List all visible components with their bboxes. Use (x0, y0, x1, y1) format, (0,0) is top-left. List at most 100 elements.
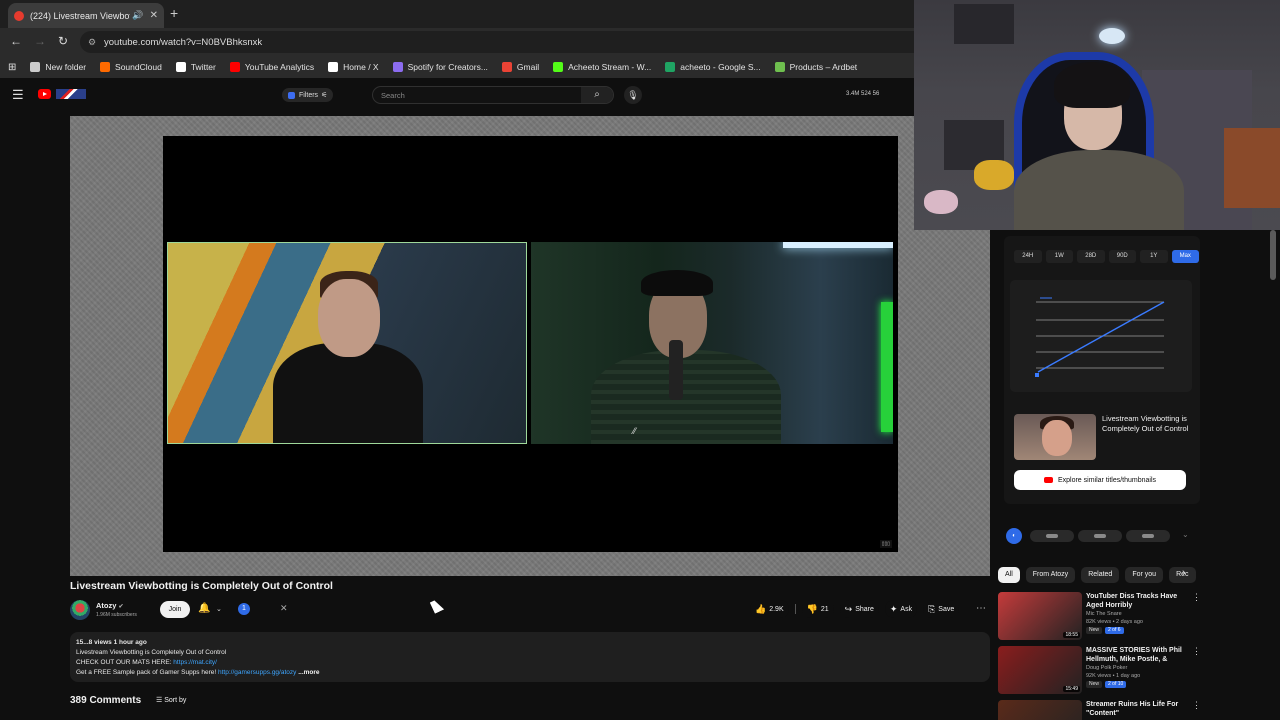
video-frame[interactable]: ⁄⁄ ▯▯▯ (163, 136, 898, 552)
x-icon (328, 62, 339, 72)
extension-pill-row: ◐ ⌄ (1004, 526, 1200, 546)
pill-button[interactable] (1030, 530, 1074, 542)
scrollbar[interactable] (1270, 230, 1276, 280)
like-count: 2.9K (769, 605, 784, 613)
chip-0[interactable]: All (998, 567, 1020, 583)
description-box[interactable]: 15...8 views 1 hour ago Livestream Viewb… (70, 632, 990, 682)
bookmark-8[interactable]: acheeto - Google S... (665, 62, 761, 72)
mats-link[interactable]: https://mat.city/ (173, 659, 217, 666)
sheets-icon (665, 62, 676, 72)
ask-button[interactable]: ✦ Ask (884, 600, 918, 618)
dislike-count: 21 (820, 605, 829, 613)
tab-title: (224) Livestream Viewbotting (30, 10, 130, 21)
bookmark-2[interactable]: Twitter (175, 62, 216, 72)
bell-icon[interactable]: 🔔 (198, 603, 210, 614)
share-button[interactable]: ↪ Share (839, 600, 879, 618)
channel-name[interactable]: Atozy ✔ (96, 601, 124, 610)
range-24h-button[interactable]: 24H (1014, 250, 1042, 263)
range-90d-button[interactable]: 90D (1108, 250, 1136, 263)
apps-grid-icon[interactable]: ⊞ (8, 62, 16, 73)
close-tab-icon[interactable]: ✕ (150, 10, 158, 21)
bookmark-3[interactable]: YouTube Analytics (229, 62, 314, 72)
right-camera-feed (531, 242, 893, 444)
more-options-icon[interactable]: ⋮ (1192, 646, 1201, 657)
views-chart-svg (1035, 297, 1165, 377)
site-info-icon[interactable]: ⚙ (88, 37, 96, 48)
chevron-down-icon[interactable]: ⌄ (1182, 530, 1189, 539)
new-tab-icon[interactable]: + (170, 5, 178, 21)
extension-badge[interactable]: 1 (238, 603, 250, 615)
bookmark-9[interactable]: Products – Ardbet (774, 62, 857, 72)
explore-similar-button[interactable]: Explore similar titles/thumbnails (1014, 470, 1186, 490)
filters-button[interactable]: Filters ⚟ (282, 88, 334, 102)
recommendation-thumbnail[interactable]: 18:55 (998, 592, 1082, 640)
spotify-icon (392, 62, 403, 72)
recommendation-thumbnail[interactable]: 15:49 (998, 646, 1082, 694)
thumbnail-image[interactable] (1014, 414, 1096, 460)
like-button[interactable]: 👍 2.9K (750, 600, 789, 618)
range-max-button[interactable]: Max (1171, 250, 1199, 263)
thumbs-down-icon: 👎 (806, 603, 818, 614)
sort-by-button[interactable]: ☰ Sort by (156, 696, 186, 704)
pill-button[interactable] (1078, 530, 1122, 542)
extension-logo-icon[interactable]: ◐ (1006, 528, 1022, 544)
bookmark-7[interactable]: Acheeto Stream - W... (553, 62, 651, 72)
channel-name-text: Atozy (96, 601, 117, 610)
plus-icon (774, 62, 785, 72)
range-1y-button[interactable]: 1Y (1140, 250, 1168, 263)
recommendation-meta: 82K views • 2 days ago (1086, 619, 1143, 625)
chevron-down-icon[interactable]: ⌄ (216, 605, 222, 613)
reload-icon[interactable]: ↻ (58, 34, 68, 48)
recommendation-item[interactable]: 18:55 YouTuber Diss Tracks Have Aged Horr… (998, 592, 1202, 646)
pill-button[interactable] (1126, 530, 1170, 542)
kick-icon (553, 62, 564, 72)
share-icon: ↪ (844, 603, 853, 614)
youtube-logo-icon[interactable] (38, 89, 51, 99)
gamersupps-link[interactable]: http://gamersupps.gg/atozy (218, 669, 296, 676)
bookmark-label: SoundCloud (115, 62, 162, 72)
bookmark-4[interactable]: Home / X (328, 62, 379, 72)
more-options-icon[interactable]: ⋯ (976, 603, 986, 614)
browser-tab[interactable]: (224) Livestream Viewbotting 🔊 ✕ (8, 3, 164, 28)
thumbnail-preview[interactable]: Livestream Viewbotting is Completely Out… (1014, 414, 1194, 460)
menu-icon[interactable]: ☰ (12, 87, 24, 103)
chevron-right-icon[interactable]: › (1182, 567, 1186, 579)
recommendation-item[interactable]: Streamer Ruins His Life For "Content" ⋮ (998, 700, 1202, 720)
bookmark-label: Spotify for Creators... (407, 62, 488, 72)
back-arrow-icon[interactable]: ← (10, 34, 22, 48)
views-chart (1010, 280, 1192, 392)
show-more-button[interactable]: ...more (298, 669, 319, 676)
recommendation-item[interactable]: 15:49 MASSIVE STORIES With Phil Hellmuth,… (998, 646, 1202, 700)
bookmark-1[interactable]: SoundCloud (100, 62, 162, 72)
bookmark-5[interactable]: Spotify for Creators... (392, 62, 488, 72)
more-options-icon[interactable]: ⋮ (1192, 592, 1201, 603)
gamersupps-text: Get a FREE Sample pack of Gamer Supps he… (76, 669, 218, 676)
channel-avatar[interactable] (70, 600, 90, 620)
chip-3[interactable]: For you (1125, 567, 1164, 583)
close-icon[interactable]: ✕ (280, 603, 288, 614)
chip-1[interactable]: From Atozy (1025, 567, 1076, 583)
subscriber-count: 1.96M subscribers (96, 612, 137, 618)
save-button[interactable]: ⎘ Save (923, 600, 960, 618)
join-button[interactable]: Join (160, 601, 190, 618)
search-icon[interactable]: ⌕ (581, 87, 613, 103)
dislike-button[interactable]: 👎 21 (801, 600, 834, 618)
more-options-icon[interactable]: ⋮ (1192, 700, 1201, 711)
range-1w-button[interactable]: 1W (1045, 250, 1073, 263)
video-player[interactable]: ⁄⁄ ▯▯▯ (70, 116, 990, 576)
youtube-favicon-icon (14, 10, 24, 21)
recommendation-thumbnail[interactable] (998, 700, 1082, 720)
mic-icon[interactable]: 🎙 (624, 86, 642, 104)
speaker-icon[interactable]: 🔊 (132, 10, 143, 21)
recommendation-badge: 2 of 6 (1105, 627, 1124, 634)
bookmark-0[interactable]: New folder (30, 62, 86, 72)
search-input[interactable]: Search ⌕ (372, 86, 614, 104)
forward-arrow-icon[interactable]: → (34, 34, 46, 48)
url-field[interactable]: ⚙ youtube.com/watch?v=N0BVBhksnxk (80, 31, 980, 53)
range-28d-button[interactable]: 28D (1077, 250, 1105, 263)
flag-logo (56, 89, 86, 99)
chip-2[interactable]: Related (1081, 567, 1120, 583)
bookmark-label: Acheeto Stream - W... (568, 62, 652, 72)
bookmark-6[interactable]: Gmail (501, 62, 539, 72)
analytics-side-panel: 24H 1W 28D 90D 1Y Max Livestream Viewbotting … (1004, 236, 1200, 504)
